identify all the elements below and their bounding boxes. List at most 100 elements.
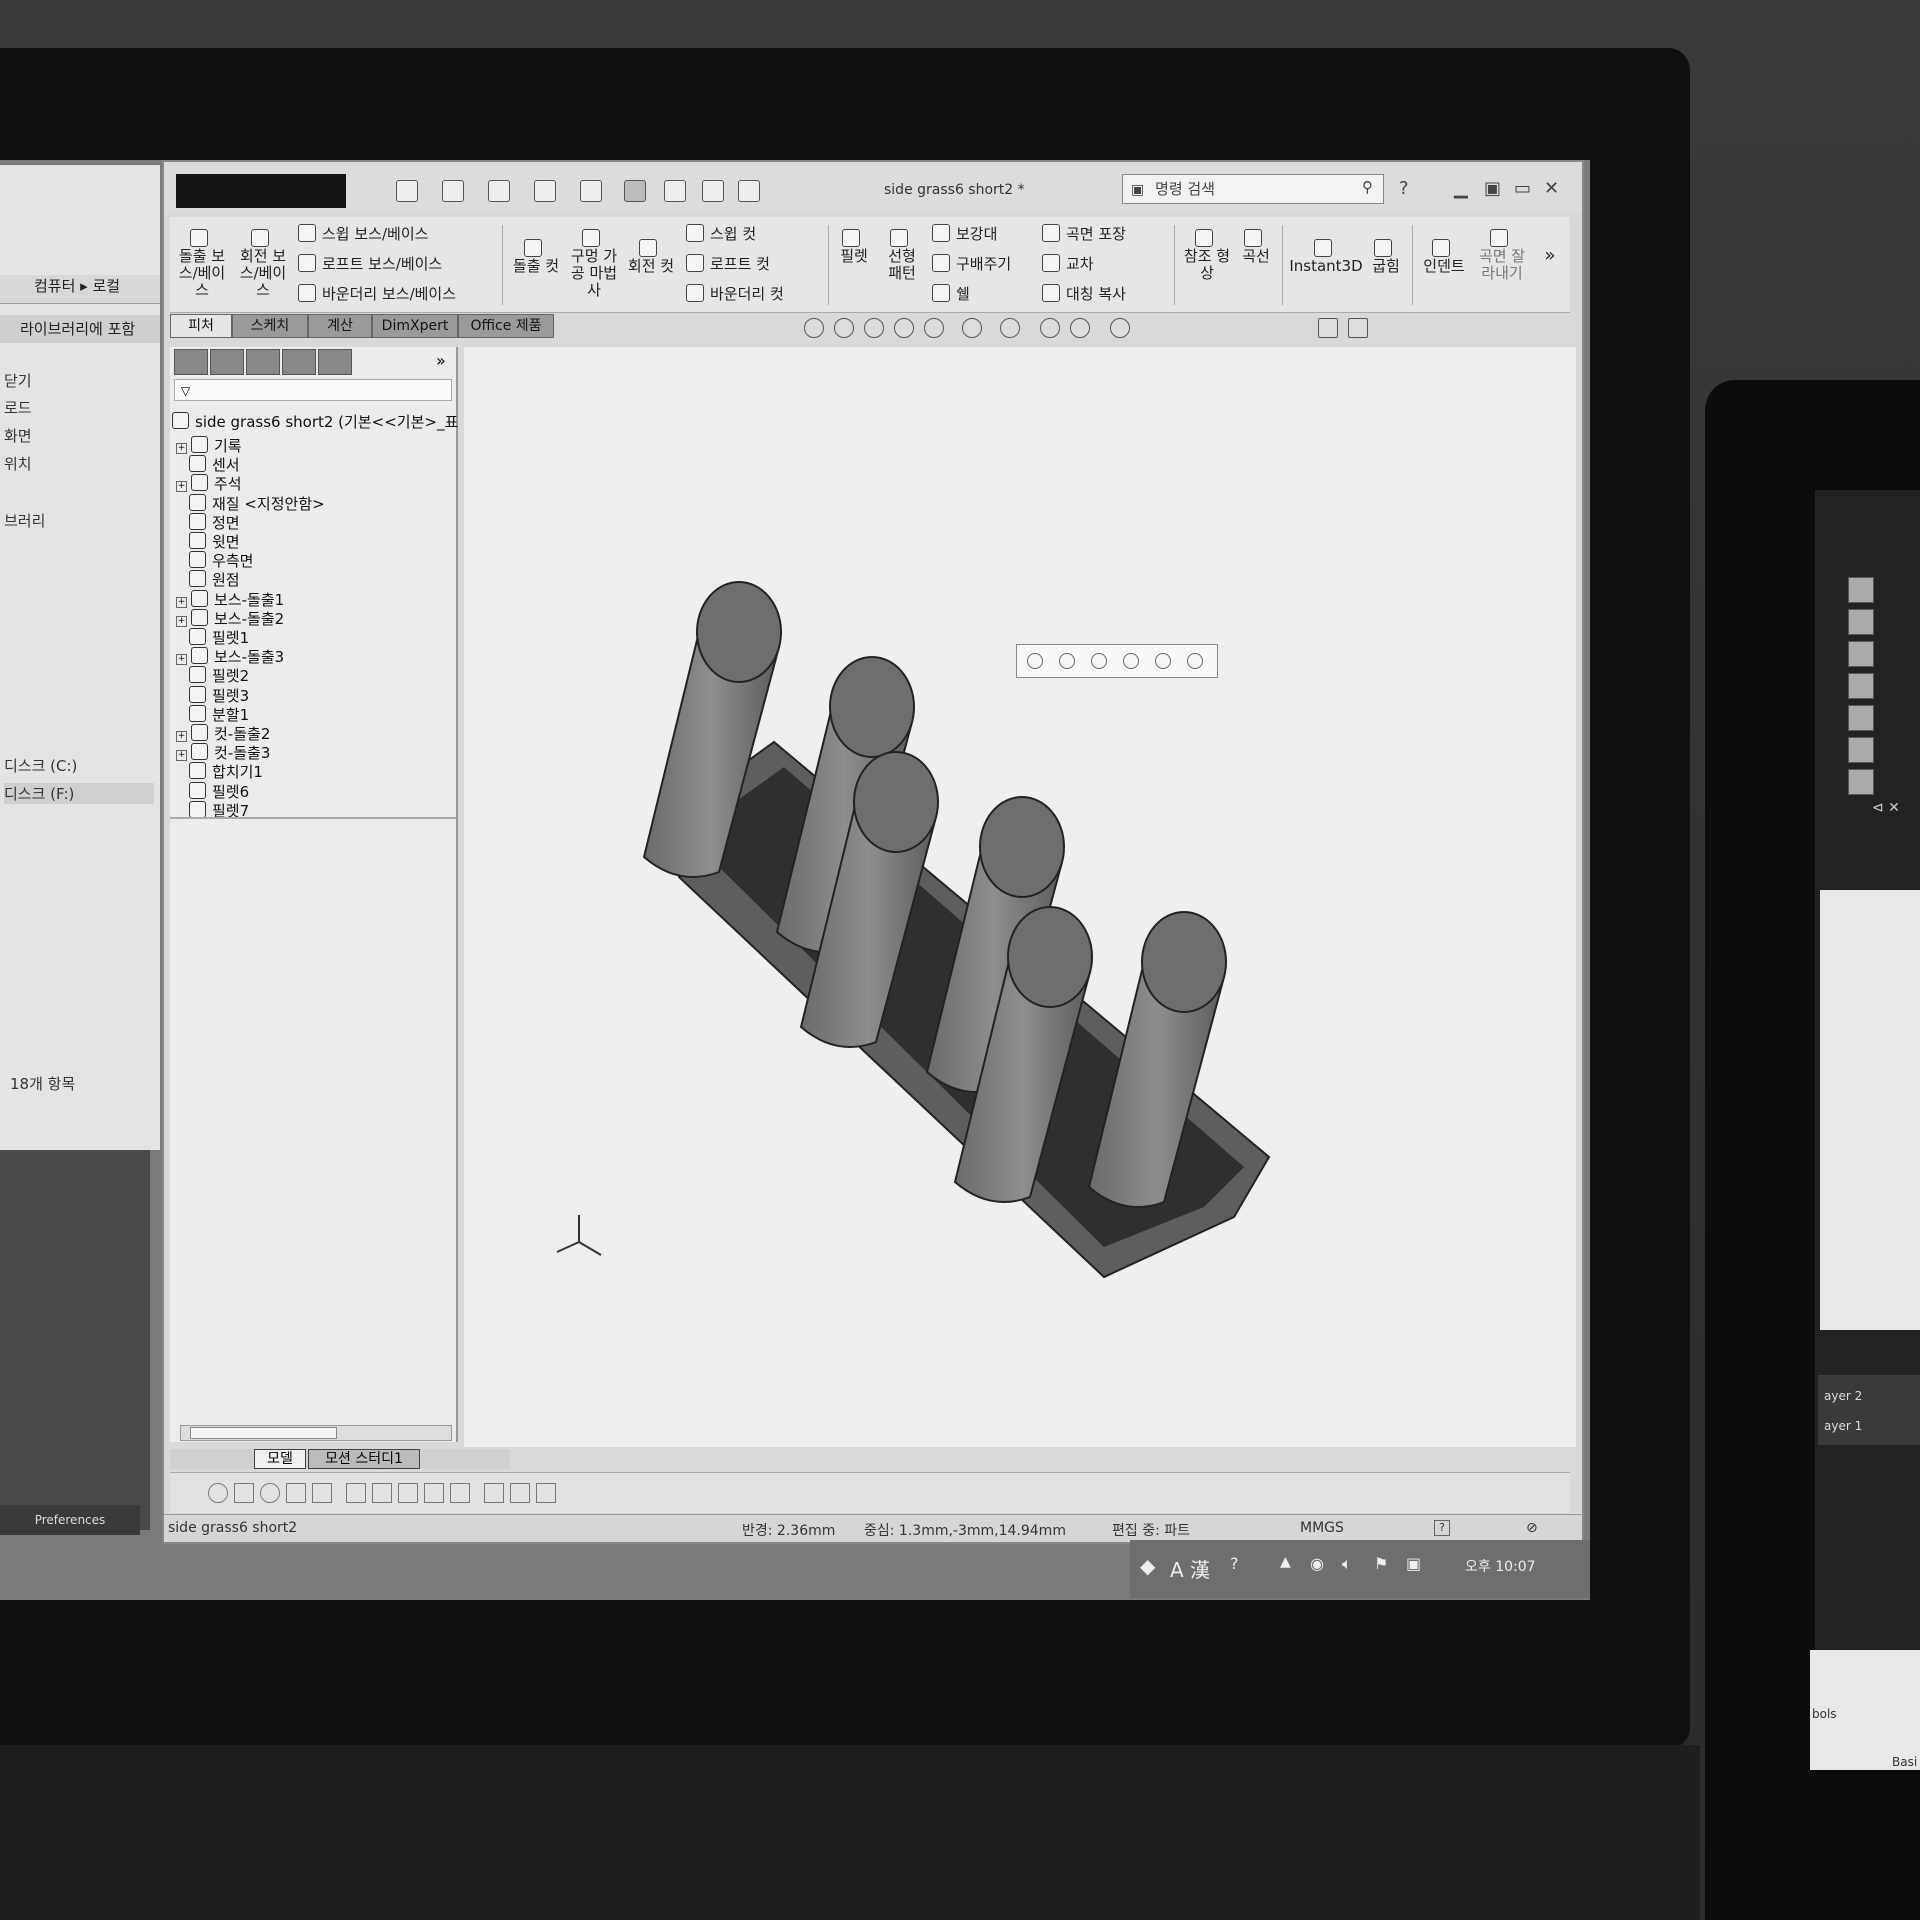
solidworks-resources-icon[interactable] xyxy=(1848,577,1874,603)
wrap-button[interactable]: 곡면 포장 xyxy=(1042,223,1126,244)
minimize-button[interactable]: ▁ xyxy=(1454,178,1468,199)
help-icon[interactable]: ? xyxy=(1434,1520,1450,1536)
curves-button[interactable]: 곡선 xyxy=(1236,229,1276,265)
tree-node[interactable]: 합치기1 xyxy=(176,761,263,782)
appearance-icon[interactable] xyxy=(1155,653,1171,669)
expand-icon[interactable]: + xyxy=(176,443,187,454)
edit-feature-icon[interactable] xyxy=(1187,653,1203,669)
expand-icon[interactable]: + xyxy=(176,654,187,666)
draft-button[interactable]: 구배주기 xyxy=(932,253,1011,274)
help-tray-icon[interactable]: ? xyxy=(1230,1554,1239,1573)
intersect-button[interactable]: 교차 xyxy=(1042,253,1094,274)
tree-node[interactable]: 센서 xyxy=(176,454,240,475)
edit-appearance-icon[interactable] xyxy=(1040,318,1060,338)
centerline-icon[interactable] xyxy=(312,1483,332,1503)
view-palette-icon[interactable] xyxy=(1848,705,1874,731)
mirror-button[interactable]: 대칭 복사 xyxy=(1042,283,1126,304)
expand-panel-icon[interactable]: » xyxy=(436,351,446,370)
ribbon-more-icon[interactable]: » xyxy=(1540,247,1560,265)
open-file-icon[interactable] xyxy=(442,180,464,202)
maximize-button[interactable]: ▭ xyxy=(1514,178,1531,199)
file-properties-icon[interactable] xyxy=(702,180,724,202)
nav-item[interactable]: 브러리 xyxy=(4,510,45,531)
home-icon[interactable] xyxy=(1848,609,1874,635)
viewport-icon[interactable] xyxy=(1318,318,1338,338)
layer-item[interactable]: ayer 2 xyxy=(1824,1389,1862,1403)
polygon-icon[interactable] xyxy=(260,1483,280,1503)
zoom-to-fit-icon[interactable] xyxy=(804,318,824,338)
taskbar-clock[interactable]: 오후 10:07 xyxy=(1465,1556,1536,1576)
tree-node[interactable]: + 기록 xyxy=(176,435,242,456)
expand-icon[interactable]: + xyxy=(176,750,187,762)
select-icon[interactable] xyxy=(1027,653,1043,669)
tab-sketch[interactable]: 스케치 xyxy=(232,314,308,338)
new-file-icon[interactable] xyxy=(396,180,418,202)
instant3d-button[interactable]: Instant3D xyxy=(1288,239,1364,275)
loft-cut-button[interactable]: 로프트 컷 xyxy=(686,253,770,274)
hide-show-items-icon[interactable] xyxy=(1000,318,1020,338)
tree-filter-input[interactable]: ▽ xyxy=(174,379,452,401)
tab-dimxpert[interactable]: DimXpert xyxy=(372,314,458,338)
ime-indicator[interactable]: A 漢 xyxy=(1170,1554,1210,1583)
command-search-input[interactable]: ▣ 명령 검색 ⚲ xyxy=(1122,174,1384,204)
dimxpert-manager-tab[interactable] xyxy=(282,349,316,375)
chrome-icon[interactable]: ◉ xyxy=(1310,1554,1324,1573)
rebuild-status-icon[interactable]: ⊘ xyxy=(1526,1520,1538,1536)
view-orientation-icon[interactable] xyxy=(924,318,944,338)
shell-button[interactable]: 쉘 xyxy=(932,283,970,304)
zoom-icon[interactable] xyxy=(1091,653,1107,669)
display-style-icon[interactable] xyxy=(962,318,982,338)
sweep-boss-button[interactable]: 스윕 보스/베이스 xyxy=(298,223,428,244)
tab-evaluate[interactable]: 계산 xyxy=(308,314,372,338)
sweep-cut-button[interactable]: 스윕 컷 xyxy=(686,223,756,244)
model-viewport[interactable] xyxy=(464,347,1576,1447)
tree-node[interactable]: 재질 <지정안함> xyxy=(176,493,325,514)
options-icon[interactable] xyxy=(738,180,760,202)
library-button[interactable]: 라이브러리에 포함 xyxy=(0,315,160,343)
angle-icon[interactable] xyxy=(536,1483,556,1503)
nav-item-drive-f[interactable]: 디스크 (F:) xyxy=(4,783,154,804)
status-units[interactable]: MMGS xyxy=(1300,1520,1344,1536)
expand-icon[interactable]: + xyxy=(176,731,187,742)
reference-geometry-button[interactable]: 참조 형상 xyxy=(1180,229,1234,282)
expand-icon[interactable]: + xyxy=(176,615,187,627)
tab-office-products[interactable]: Office 제품 xyxy=(458,314,554,338)
tree-node[interactable]: + 보스-돌출2 xyxy=(176,608,284,629)
tree-node[interactable]: 필렛2 xyxy=(176,665,249,686)
volume-icon[interactable]: 🔈︎ xyxy=(1342,1554,1352,1574)
tree-root[interactable]: side grass6 short2 (기본<<기본>_표 xyxy=(172,411,458,432)
tree-node[interactable]: + 컷-돌출2 xyxy=(176,723,270,744)
boundary-boss-button[interactable]: 바운더리 보스/베이스 xyxy=(298,283,456,304)
nav-item[interactable]: 로드 xyxy=(4,397,32,418)
expand-icon[interactable]: + xyxy=(176,596,187,608)
feature-manager-tab[interactable] xyxy=(174,349,208,375)
tree-node[interactable]: + 주석 xyxy=(176,473,242,494)
indent-button[interactable]: 인덴트 xyxy=(1418,239,1470,275)
tree-node[interactable]: + 보스-돌출3 xyxy=(176,646,284,667)
grid-icon[interactable] xyxy=(510,1483,530,1503)
flex-button[interactable]: 굽힘 xyxy=(1366,239,1406,275)
custom-properties-icon[interactable] xyxy=(1848,769,1874,795)
scrollbar-thumb[interactable] xyxy=(190,1427,337,1439)
mirror-entities-icon[interactable] xyxy=(484,1483,504,1503)
section-view-icon[interactable] xyxy=(894,318,914,338)
line-icon[interactable] xyxy=(234,1483,254,1503)
corner-rectangle-icon[interactable] xyxy=(424,1483,444,1503)
smart-dimension-icon[interactable] xyxy=(372,1483,392,1503)
rib-button[interactable]: 보강대 xyxy=(932,223,997,244)
action-center-flag-icon[interactable]: ⚑ xyxy=(1374,1554,1388,1573)
tab-features[interactable]: 피처 xyxy=(170,314,232,338)
tree-node[interactable]: 원점 xyxy=(176,569,240,590)
revolve-cut-button[interactable]: 회전 컷 xyxy=(624,239,678,275)
close-button[interactable]: ✕ xyxy=(1544,178,1559,199)
zoom-to-area-icon[interactable] xyxy=(834,318,854,338)
graphics-area[interactable] xyxy=(464,347,1874,1447)
previous-view-icon[interactable] xyxy=(864,318,884,338)
restore-button[interactable]: ▣ xyxy=(1484,178,1501,199)
preferences-button[interactable]: Preferences xyxy=(0,1505,140,1535)
tree-node[interactable]: + 컷-돌출3 xyxy=(176,742,270,763)
layer-item[interactable]: ayer 1 xyxy=(1824,1419,1862,1433)
nav-item[interactable]: 화면 xyxy=(4,425,32,446)
normal-to-icon[interactable] xyxy=(1123,653,1139,669)
close-icon[interactable]: ⊲ ✕ xyxy=(1872,800,1900,816)
